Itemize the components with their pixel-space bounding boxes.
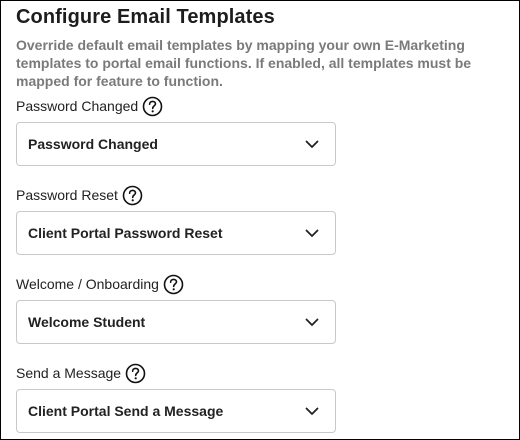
send-message-selected-value: Client Portal Send a Message: [28, 403, 224, 419]
password-changed-select[interactable]: Password Changed: [16, 122, 336, 166]
question-circle-icon[interactable]: [163, 274, 184, 295]
chevron-down-icon: [305, 140, 319, 149]
chevron-down-icon: [305, 407, 319, 416]
welcome-onboarding-label: Welcome / Onboarding: [16, 276, 159, 292]
password-reset-selected-value: Client Portal Password Reset: [28, 225, 223, 241]
welcome-onboarding-field: Welcome / Onboarding Welcome Student: [16, 272, 336, 344]
question-circle-icon[interactable]: [142, 96, 163, 117]
page-title: Configure Email Templates: [16, 6, 275, 28]
password-changed-field: Password Changed Password Changed: [16, 94, 336, 166]
question-circle-icon[interactable]: [122, 185, 143, 206]
password-changed-selected-value: Password Changed: [28, 136, 158, 152]
page-description: Override default email templates by mapp…: [16, 37, 472, 89]
password-reset-select[interactable]: Client Portal Password Reset: [16, 211, 336, 255]
question-circle-icon[interactable]: [125, 363, 146, 384]
chevron-down-icon: [305, 229, 319, 238]
password-reset-label: Password Reset: [16, 187, 118, 203]
send-message-label: Send a Message: [16, 365, 122, 381]
send-message-select[interactable]: Client Portal Send a Message: [16, 389, 336, 433]
welcome-onboarding-select[interactable]: Welcome Student: [16, 300, 336, 344]
welcome-onboarding-selected-value: Welcome Student: [28, 314, 146, 330]
email-templates-panel: Configure Email Templates Override defau…: [0, 0, 520, 440]
password-reset-field: Password Reset Client Portal Password Re…: [16, 183, 336, 255]
password-changed-label: Password Changed: [16, 98, 139, 114]
send-message-field: Send a Message Client Portal Send a Mess…: [16, 361, 336, 433]
chevron-down-icon: [305, 318, 319, 327]
